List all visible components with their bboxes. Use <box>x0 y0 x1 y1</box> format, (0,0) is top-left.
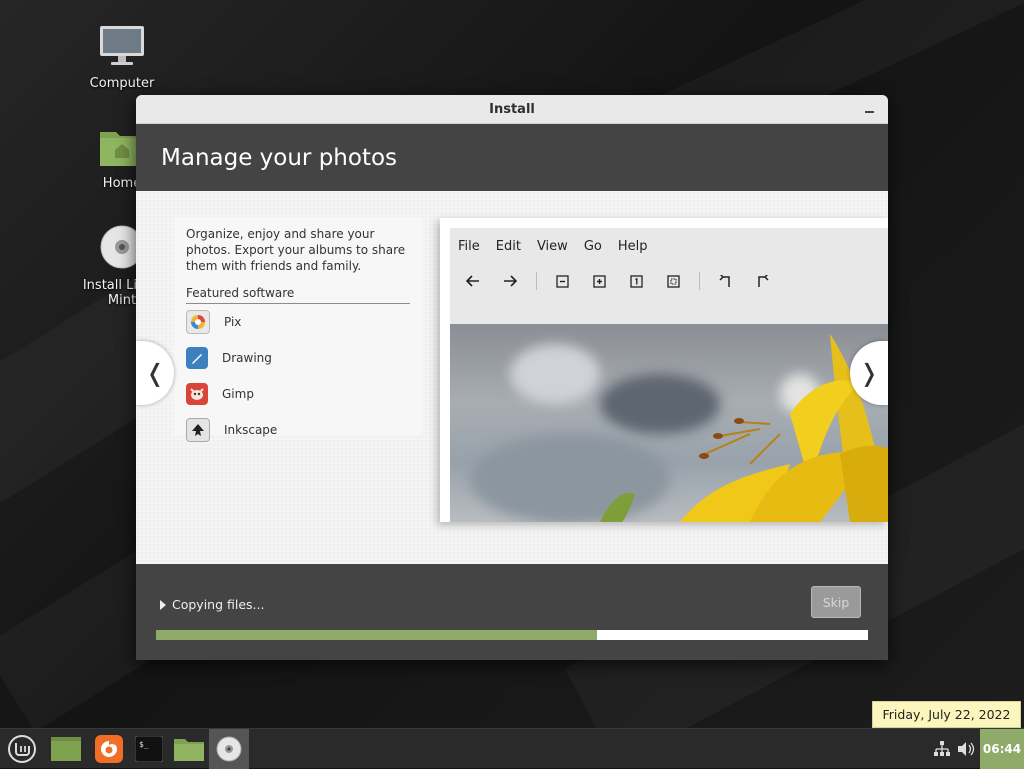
screenshot-app-window: File Edit View Go Help <box>450 228 888 522</box>
install-status[interactable]: Copying files... <box>160 597 264 612</box>
slide-description: Organize, enjoy and share your photos. E… <box>186 227 406 273</box>
back-arrow-icon <box>460 269 486 293</box>
skip-button[interactable]: Skip <box>811 586 861 618</box>
drawing-icon <box>186 347 208 369</box>
rotate-right-icon <box>749 269 775 293</box>
screenshot-menubar: File Edit View Go Help <box>450 228 888 264</box>
zoom-normal-icon <box>623 269 649 293</box>
firefox-launcher[interactable] <box>89 729 129 769</box>
taskbar: $_ 06:44 <box>0 728 1024 769</box>
software-name: Drawing <box>222 351 272 365</box>
date-tooltip: Friday, July 22, 2022 <box>872 701 1021 728</box>
pix-icon <box>186 310 210 334</box>
zoom-in-icon <box>586 269 612 293</box>
menu-item: File <box>458 238 480 254</box>
chevron-left-icon: ❬ <box>144 359 166 387</box>
software-name: Pix <box>224 315 242 329</box>
window-titlebar[interactable]: Install <box>136 95 888 124</box>
slide-heading: Manage your photos <box>136 124 888 191</box>
software-item-gimp: Gimp <box>186 376 410 412</box>
install-progress-bar <box>156 630 868 640</box>
files-launcher[interactable] <box>169 729 209 769</box>
slide-info-panel: Organize, enjoy and share your photos. E… <box>174 217 422 442</box>
app-screenshot: File Edit View Go Help <box>440 218 888 522</box>
toolbar-separator <box>536 272 537 290</box>
show-desktop-button[interactable] <box>46 729 86 769</box>
software-item-pix: Pix <box>186 304 410 340</box>
computer-icon <box>100 26 144 65</box>
installer-window: Install Manage your photos Organize, enj… <box>136 95 888 660</box>
zoom-out-icon <box>549 269 575 293</box>
previous-slide-button[interactable]: ❬ <box>136 341 174 405</box>
expander-triangle-icon <box>160 599 166 610</box>
menu-item: Go <box>583 238 602 254</box>
installer-footer: Copying files... Skip <box>136 564 888 660</box>
lily-flower-graphic <box>600 334 888 522</box>
status-text: Copying files... <box>172 597 265 612</box>
inkscape-icon <box>186 418 210 442</box>
zoom-fit-icon <box>660 269 686 293</box>
software-name: Gimp <box>222 387 254 401</box>
minimize-button[interactable] <box>860 101 878 117</box>
clock-applet[interactable]: 06:44 <box>980 729 1024 769</box>
flower-photo <box>450 324 888 522</box>
progress-fill <box>156 630 598 640</box>
toolbar-separator <box>699 272 700 290</box>
window-title: Install <box>489 101 535 117</box>
menu-item: View <box>536 238 568 254</box>
software-item-drawing: Drawing <box>186 340 410 376</box>
rotate-left-icon <box>712 269 738 293</box>
terminal-icon: $_ <box>135 736 163 762</box>
forward-arrow-icon <box>497 269 523 293</box>
gimp-icon <box>186 383 208 405</box>
software-item-inkscape: Inkscape <box>186 412 410 448</box>
menu-button[interactable] <box>2 729 42 769</box>
installer-taskbar-item[interactable] <box>209 729 249 769</box>
menu-item: Help <box>617 238 648 254</box>
folder-icon <box>174 739 204 761</box>
mint-logo-icon <box>8 735 36 763</box>
desktop-icon-label: Computer <box>89 76 155 91</box>
firefox-icon <box>95 735 123 763</box>
slideshow-area: Organize, enjoy and share your photos. E… <box>136 191 888 564</box>
chevron-right-icon: ❭ <box>858 359 880 387</box>
menu-item: Edit <box>495 238 521 254</box>
terminal-launcher[interactable]: $_ <box>129 729 169 769</box>
screenshot-toolbar <box>450 264 888 298</box>
desktop-icon-computer[interactable]: Computer <box>67 24 177 91</box>
svg-text:$_: $_ <box>139 740 149 749</box>
software-name: Inkscape <box>224 423 278 437</box>
volume-icon <box>958 742 975 756</box>
desktop-icon <box>51 737 81 761</box>
cd-icon <box>216 736 242 762</box>
featured-software-label: Featured software <box>186 286 410 304</box>
